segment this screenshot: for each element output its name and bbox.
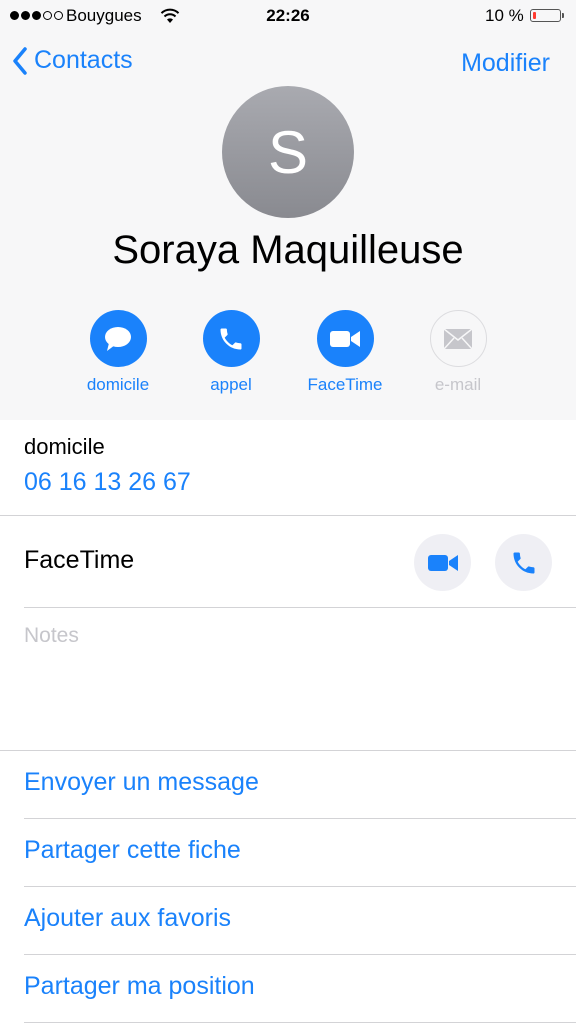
message-icon bbox=[105, 326, 131, 351]
send-message-link[interactable]: Envoyer un message bbox=[24, 768, 259, 797]
message-button[interactable]: domicile bbox=[73, 310, 163, 395]
video-camera-icon bbox=[427, 554, 458, 571]
back-button[interactable]: Contacts bbox=[12, 46, 133, 75]
divider bbox=[24, 886, 576, 887]
call-button[interactable]: appel bbox=[186, 310, 276, 395]
avatar-initial: S bbox=[267, 118, 309, 186]
divider bbox=[24, 1022, 576, 1023]
phone-type-label: domicile bbox=[24, 434, 105, 459]
share-location-link[interactable]: Partager ma position bbox=[24, 972, 255, 1001]
chevron-left-icon bbox=[13, 46, 27, 75]
battery-percent: 10 % bbox=[485, 6, 524, 25]
facetime-button[interactable]: FaceTime bbox=[300, 310, 390, 395]
envelope-icon bbox=[443, 327, 473, 350]
message-label: domicile bbox=[86, 375, 150, 394]
divider bbox=[0, 750, 576, 751]
contact-name: Soraya Maquilleuse bbox=[112, 228, 464, 272]
divider bbox=[24, 818, 576, 819]
email-label: e-mail bbox=[434, 375, 482, 394]
status-bar: Bouygues 22:26 10 % bbox=[0, 0, 576, 34]
facetime-row: FaceTime bbox=[0, 516, 576, 607]
video-camera-icon bbox=[330, 330, 360, 347]
share-contact-link[interactable]: Partager cette fiche bbox=[24, 836, 241, 865]
email-button[interactable]: e-mail bbox=[413, 310, 503, 395]
battery-icon bbox=[530, 9, 564, 22]
edit-button[interactable]: Modifier bbox=[461, 49, 550, 78]
divider bbox=[24, 954, 576, 955]
facetime-label: FaceTime bbox=[307, 375, 383, 394]
back-label: Contacts bbox=[34, 46, 133, 74]
notes-field[interactable]: Notes bbox=[24, 624, 79, 648]
divider bbox=[24, 607, 576, 608]
phone-row: domicile 06 16 13 26 67 bbox=[0, 420, 576, 516]
phone-icon bbox=[220, 328, 242, 349]
facetime-row-label: FaceTime bbox=[24, 546, 135, 574]
phone-icon bbox=[513, 552, 534, 573]
phone-number-link[interactable]: 06 16 13 26 67 bbox=[24, 468, 191, 497]
facetime-audio-button[interactable] bbox=[495, 534, 552, 591]
avatar: S bbox=[222, 86, 354, 218]
call-label: appel bbox=[210, 375, 252, 394]
facetime-video-button[interactable] bbox=[414, 534, 471, 591]
add-favorites-link[interactable]: Ajouter aux favoris bbox=[24, 904, 231, 933]
